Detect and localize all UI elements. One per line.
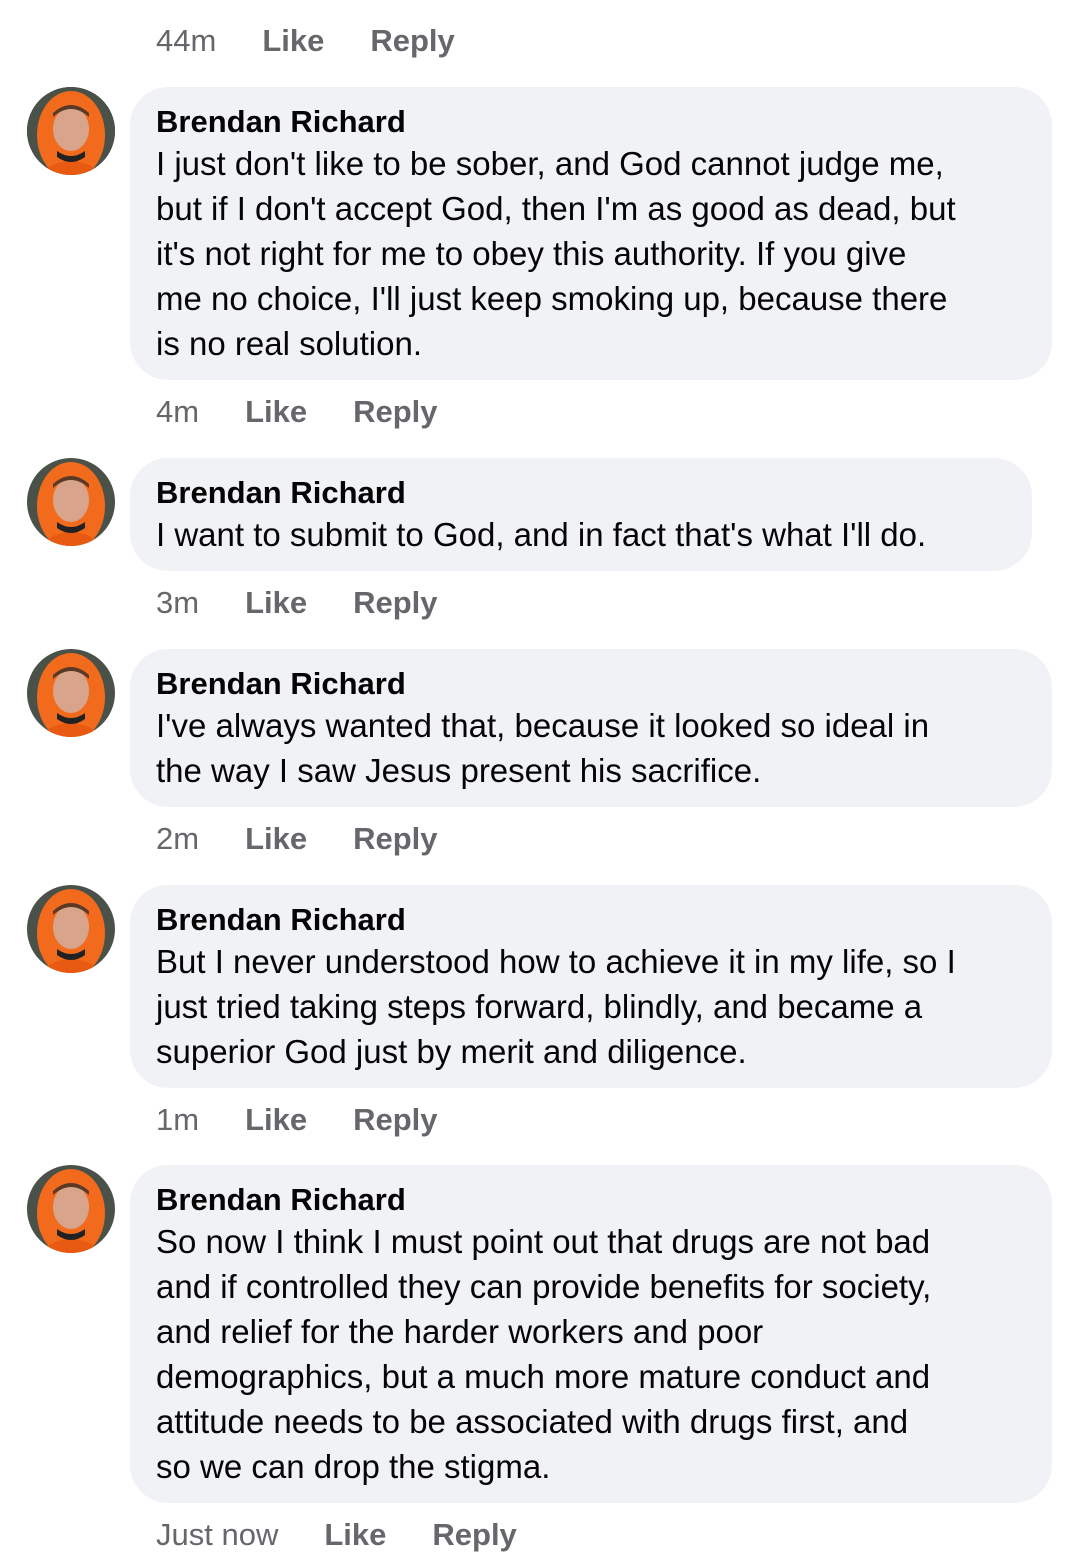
like-button[interactable]: Like xyxy=(245,821,307,857)
avatar[interactable] xyxy=(27,87,115,175)
like-button[interactable]: Like xyxy=(262,23,324,59)
comment-bubble: Brendan Richard So now I think I must po… xyxy=(130,1165,1052,1503)
comment-bubble: Brendan Richard But I never understood h… xyxy=(130,885,1052,1088)
like-button[interactable]: Like xyxy=(245,1102,307,1138)
comment-author[interactable]: Brendan Richard xyxy=(156,1181,1024,1219)
comment-timestamp: 3m xyxy=(156,585,200,620)
comment-actions: 1m Like Reply xyxy=(156,1100,484,1140)
reply-button[interactable]: Reply xyxy=(370,23,454,59)
comment-actions: 3m Like Reply xyxy=(156,583,484,623)
comment-actions: Just now Like Reply xyxy=(156,1515,563,1555)
comment-author[interactable]: Brendan Richard xyxy=(156,901,1024,939)
profile-photo-icon xyxy=(27,458,115,546)
comment-text: So now I think I must point out that dru… xyxy=(156,1223,932,1485)
reply-button[interactable]: Reply xyxy=(353,585,437,621)
comment-text: I want to submit to God, and in fact tha… xyxy=(156,516,927,553)
comment-timestamp: 1m xyxy=(156,1102,200,1137)
reply-button[interactable]: Reply xyxy=(353,394,437,430)
comment-timestamp: 44m xyxy=(156,23,217,58)
comment-author[interactable]: Brendan Richard xyxy=(156,103,1024,141)
reply-button[interactable]: Reply xyxy=(432,1517,516,1553)
comment-bubble: Brendan Richard I want to submit to God,… xyxy=(130,458,1032,571)
comment-timestamp: 4m xyxy=(156,394,200,429)
profile-photo-icon xyxy=(27,87,115,175)
comment-text: I've always wanted that, because it look… xyxy=(156,707,930,789)
comment-text: I just don't like to be sober, and God c… xyxy=(156,145,956,362)
reply-button[interactable]: Reply xyxy=(353,821,437,857)
comment-actions: 2m Like Reply xyxy=(156,819,484,859)
avatar[interactable] xyxy=(27,458,115,546)
avatar[interactable] xyxy=(27,649,115,737)
profile-photo-icon xyxy=(27,1165,115,1253)
comment-timestamp: 2m xyxy=(156,821,200,856)
comment-bubble: Brendan Richard I've always wanted that,… xyxy=(130,649,1052,807)
like-button[interactable]: Like xyxy=(245,394,307,430)
comment-author[interactable]: Brendan Richard xyxy=(156,665,1024,703)
comment-text: But I never understood how to achieve it… xyxy=(156,943,956,1070)
comment-bubble: Brendan Richard I just don't like to be … xyxy=(130,87,1052,380)
like-button[interactable]: Like xyxy=(245,585,307,621)
avatar[interactable] xyxy=(27,1165,115,1253)
avatar[interactable] xyxy=(27,885,115,973)
profile-photo-icon xyxy=(27,649,115,737)
comment-author[interactable]: Brendan Richard xyxy=(156,474,1004,512)
reply-button[interactable]: Reply xyxy=(353,1102,437,1138)
comment-actions: 44m Like Reply xyxy=(156,21,501,61)
like-button[interactable]: Like xyxy=(324,1517,386,1553)
comment-actions: 4m Like Reply xyxy=(156,392,484,432)
profile-photo-icon xyxy=(27,885,115,973)
comment-timestamp: Just now xyxy=(156,1517,279,1552)
